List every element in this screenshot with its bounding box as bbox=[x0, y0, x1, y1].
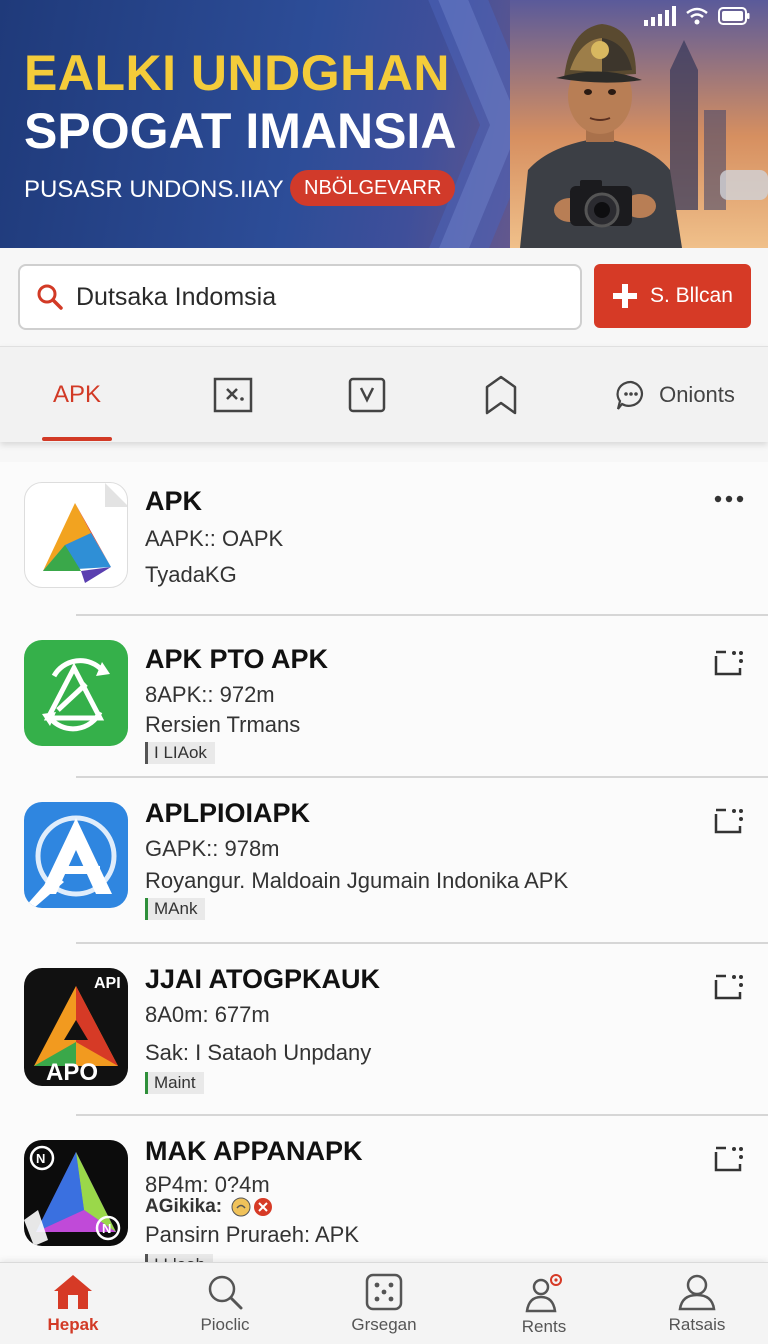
smile-badge-icon bbox=[231, 1197, 251, 1217]
hero-subtitle: PUSASR UNDONS.IIAY bbox=[24, 176, 284, 203]
more-options-button[interactable] bbox=[712, 482, 746, 516]
app-icon-5-corner-label-top: N bbox=[36, 1151, 45, 1166]
app-title: APLPIOIAPK bbox=[145, 798, 311, 828]
app-desc: TyadaKG bbox=[145, 562, 237, 587]
list-item[interactable]: N N MAK APPANAPK 8P4m: 0?4m AGikika: Pan… bbox=[0, 1116, 768, 1262]
user-notify-icon bbox=[525, 1274, 562, 1313]
list-item[interactable]: APLPIOIAPK GAPK:: 978m Royangur. Maldoai… bbox=[0, 778, 768, 942]
tab-onionts[interactable]: Onionts bbox=[600, 347, 750, 443]
app-tag: MAnk bbox=[145, 898, 206, 920]
search-icon bbox=[208, 1275, 243, 1310]
app-desc: Pansirn Pruraeh: APK bbox=[145, 1222, 360, 1247]
nav-rents-label: Rents bbox=[521, 1317, 567, 1336]
app-logo-prism-icon: N N bbox=[24, 1145, 121, 1246]
search-bar[interactable] bbox=[18, 264, 582, 330]
plus-icon bbox=[613, 284, 637, 308]
app-tag: I Lleah bbox=[145, 1254, 214, 1262]
app-logo-refresh-icon bbox=[42, 658, 110, 732]
app-icon-4-top-label: API bbox=[94, 975, 121, 992]
app-icon-5: N N bbox=[24, 1140, 128, 1246]
chevron-box-icon bbox=[348, 377, 386, 413]
app-logo-a-icon bbox=[24, 815, 117, 908]
tab-bookmark[interactable] bbox=[468, 347, 534, 443]
expand-button[interactable] bbox=[712, 1142, 746, 1176]
nav-games-label: Grsegan bbox=[351, 1315, 417, 1334]
expand-icon bbox=[714, 650, 743, 676]
app-meta: 8P4m: 0?4m bbox=[145, 1172, 270, 1197]
app-icon-4-bottom-label: APO bbox=[46, 1059, 98, 1086]
app-icon-3 bbox=[24, 802, 128, 908]
app-icon-4: API APO bbox=[24, 968, 128, 1086]
tab-close-box[interactable] bbox=[200, 347, 266, 443]
list-item[interactable]: API APO JJAI ATOGPKAUK 8A0m: 677m Sak: I… bbox=[0, 944, 768, 1114]
tab-apk-label: APK bbox=[52, 381, 102, 408]
app-icon-2 bbox=[24, 640, 128, 746]
add-button-label: S. Bllcan bbox=[650, 284, 733, 307]
app-meta-secondary-label: AGikika: bbox=[145, 1196, 223, 1217]
app-title: APK PTO APK bbox=[145, 644, 329, 674]
expand-icon bbox=[714, 1146, 743, 1172]
app-icon-1 bbox=[24, 482, 128, 588]
expand-icon bbox=[714, 808, 743, 834]
dice-icon bbox=[365, 1273, 403, 1311]
list-item[interactable]: APK PTO APK 8APK:: 972m Rersien Trmans I… bbox=[0, 616, 768, 776]
status-bar bbox=[644, 6, 750, 26]
app-title: MAK APPANAPK bbox=[145, 1136, 363, 1166]
hero-photographer-image bbox=[510, 0, 768, 248]
hero-title-line2: SPOGAT IMANSIA bbox=[24, 103, 457, 159]
app-meta: AAPK:: OAPK bbox=[145, 526, 284, 551]
app-title: JJAI ATOGPKAUK bbox=[145, 964, 381, 994]
app-meta: GAPK:: 978m bbox=[145, 836, 280, 861]
nav-home[interactable]: Hepak bbox=[13, 1263, 133, 1344]
hero-banner[interactable]: EALKI UNDGHAN SPOGAT IMANSIA PUSASR UNDO… bbox=[0, 0, 768, 248]
wifi-icon bbox=[686, 7, 708, 25]
app-desc: Royangur. Maldoain Jgumain Indonika APK bbox=[145, 868, 569, 893]
mini-badges bbox=[231, 1197, 273, 1217]
list-item[interactable]: APK AAPK:: OAPK TyadaKG bbox=[0, 462, 768, 614]
app-tag: I LIAok bbox=[145, 742, 215, 764]
profile-icon bbox=[678, 1274, 716, 1311]
app-meta: 8A0m: 677m bbox=[145, 1002, 270, 1027]
battery-icon bbox=[718, 7, 750, 25]
bookmark-icon bbox=[485, 375, 517, 415]
nav-home-label: Hepak bbox=[47, 1315, 99, 1334]
expand-icon bbox=[714, 974, 743, 1000]
app-tag: Maint bbox=[145, 1072, 204, 1094]
category-tabs: APK Onionts bbox=[0, 346, 768, 442]
app-logo-apo-icon: API APO bbox=[34, 975, 121, 1086]
tab-onionts-label: Onionts bbox=[659, 382, 735, 407]
nav-games[interactable]: Grsegan bbox=[324, 1263, 444, 1344]
search-input[interactable] bbox=[76, 282, 546, 312]
nav-search[interactable]: Pioclic bbox=[165, 1263, 285, 1344]
search-icon bbox=[37, 284, 63, 310]
expand-button[interactable] bbox=[712, 646, 746, 680]
bottom-navigation: Hepak Pioclic Grsegan Rents Ratsais bbox=[0, 1262, 768, 1344]
tab-apk[interactable]: APK bbox=[20, 347, 134, 443]
close-box-icon bbox=[213, 377, 253, 413]
app-meta-secondary: AGikika: bbox=[145, 1196, 273, 1218]
app-logo-triangle-icon bbox=[43, 483, 127, 583]
expand-button[interactable] bbox=[712, 804, 746, 838]
app-icon-5-corner-label-bottom: N bbox=[102, 1221, 111, 1236]
app-meta: 8APK:: 972m bbox=[145, 682, 275, 707]
close-badge-icon bbox=[254, 1197, 273, 1216]
app-title: APK bbox=[145, 486, 203, 516]
nav-profile-label: Ratsais bbox=[668, 1315, 726, 1334]
app-list: APK AAPK:: OAPK TyadaKG APK PTO APK 8APK… bbox=[0, 462, 768, 1262]
expand-button[interactable] bbox=[712, 970, 746, 1004]
app-desc: Sak: I Sataoh Unpdany bbox=[145, 1040, 372, 1065]
active-tab-indicator bbox=[42, 437, 112, 441]
home-icon bbox=[54, 1275, 92, 1309]
chat-bubble-icon bbox=[616, 380, 644, 410]
app-desc: Rersien Trmans bbox=[145, 712, 301, 737]
nav-rents[interactable]: Rents bbox=[484, 1263, 604, 1344]
tab-chevron-box[interactable] bbox=[334, 347, 400, 443]
hero-badge[interactable]: NBÖLGEVARR bbox=[290, 170, 456, 206]
more-icon bbox=[714, 495, 744, 503]
nav-profile[interactable]: Ratsais bbox=[637, 1263, 757, 1344]
signal-icon bbox=[644, 6, 676, 26]
add-button[interactable]: S. Bllcan bbox=[594, 264, 751, 328]
hero-title-line1: EALKI UNDGHAN bbox=[24, 45, 450, 101]
nav-search-label: Pioclic bbox=[200, 1315, 250, 1334]
